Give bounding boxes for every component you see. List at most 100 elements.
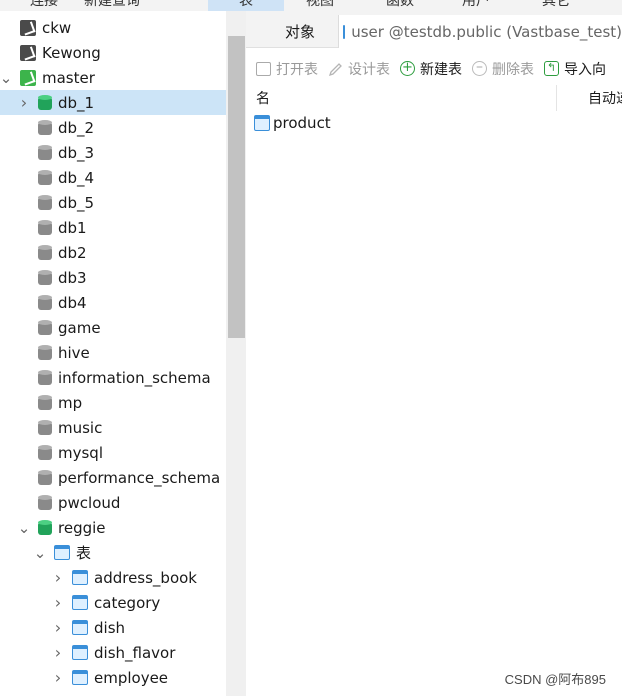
tree-item-label: master: [42, 68, 95, 87]
list-header: 名 自动递: [246, 85, 622, 111]
delete-table-button[interactable]: – 删除表: [472, 59, 534, 79]
table-group-icon: [54, 545, 70, 560]
database-icon: [38, 519, 52, 536]
tree-item-label: db_4: [58, 168, 95, 187]
tree-item-label: address_book: [94, 568, 197, 587]
new-table-label: 新建表: [420, 61, 462, 78]
tree-item[interactable]: › category: [0, 590, 226, 615]
tab-objects[interactable]: 对象: [260, 15, 340, 48]
tree-item-label: reggie: [58, 518, 106, 537]
tree-item-label: ckw: [42, 18, 72, 37]
new-table-button[interactable]: + 新建表: [400, 59, 462, 79]
connection-icon: [20, 19, 36, 36]
tree-item[interactable]: db_3: [0, 140, 226, 165]
menu-bar: 连接 新建查询 表 视图 函数 用户 其它: [0, 0, 622, 11]
tree-item[interactable]: ckw: [0, 15, 226, 40]
menu-view[interactable]: 视图: [306, 0, 334, 10]
tree-item[interactable]: › dish_flavor: [0, 640, 226, 665]
tree-item[interactable]: Kewong: [0, 40, 226, 65]
database-icon: [38, 169, 52, 186]
tree-item[interactable]: db2: [0, 240, 226, 265]
tree-item[interactable]: › employee: [0, 665, 226, 690]
tree-item-label: db_2: [58, 118, 95, 137]
chevron-right-icon[interactable]: ›: [52, 590, 64, 615]
menu-table[interactable]: 表: [208, 0, 284, 11]
menu-connect[interactable]: 连接: [30, 0, 58, 10]
folder-icon: [256, 61, 271, 76]
database-icon: [38, 269, 52, 286]
chevron-right-icon[interactable]: ›: [52, 640, 64, 665]
tab-user-table[interactable]: user @testdb.public (Vastbase_test): [338, 15, 622, 48]
tree-item[interactable]: ⌄ reggie: [0, 515, 226, 540]
tree-item[interactable]: › dish: [0, 615, 226, 640]
column-divider[interactable]: [556, 85, 557, 111]
tree-item[interactable]: performance_schema: [0, 465, 226, 490]
chevron-down-icon[interactable]: ⌄: [0, 65, 12, 90]
tree-item[interactable]: db_2: [0, 115, 226, 140]
delete-table-label: 删除表: [492, 61, 534, 78]
column-header-auto-increment[interactable]: 自动递: [588, 88, 622, 108]
connection-icon: [20, 44, 36, 61]
database-icon: [38, 369, 52, 386]
list-item[interactable]: product: [254, 112, 331, 134]
tree-item[interactable]: ⌄ 表: [0, 540, 226, 565]
import-wizard-button[interactable]: ↰ 导入向: [544, 59, 606, 79]
tree-item[interactable]: db_4: [0, 165, 226, 190]
tree-item[interactable]: pwcloud: [0, 490, 226, 515]
database-icon: [38, 144, 52, 161]
tree-item-label: hive: [58, 343, 90, 362]
tree-item[interactable]: music: [0, 415, 226, 440]
database-icon: [38, 294, 52, 311]
design-table-button[interactable]: 设计表: [328, 59, 390, 79]
tree-item[interactable]: hive: [0, 340, 226, 365]
menu-new-query[interactable]: 新建查询: [84, 0, 140, 10]
database-icon: [38, 219, 52, 236]
chevron-right-icon[interactable]: ›: [52, 565, 64, 590]
tree-item[interactable]: information_schema: [0, 365, 226, 390]
tree-item[interactable]: › db_1: [0, 90, 226, 115]
chevron-down-icon[interactable]: ⌄: [18, 515, 31, 540]
tree-item[interactable]: mp: [0, 390, 226, 415]
tree-item[interactable]: db3: [0, 265, 226, 290]
tree-item[interactable]: db4: [0, 290, 226, 315]
tree-item-label: game: [58, 318, 101, 337]
chevron-down-icon[interactable]: ⌄: [34, 540, 47, 565]
tree-item[interactable]: › address_book: [0, 565, 226, 590]
tree-item[interactable]: game: [0, 315, 226, 340]
tree-item[interactable]: mysql: [0, 440, 226, 465]
tree-item[interactable]: ⌄ master: [0, 65, 226, 90]
menu-other[interactable]: 其它: [542, 0, 570, 10]
database-icon: [38, 469, 52, 486]
menu-function[interactable]: 函数: [386, 0, 414, 10]
database-icon: [38, 244, 52, 261]
tab-user-table-label: user @testdb.public (Vastbase_test): [351, 22, 622, 41]
chevron-right-icon[interactable]: ›: [18, 90, 30, 115]
chevron-right-icon[interactable]: ›: [52, 615, 64, 640]
database-icon: [38, 319, 52, 336]
connection-icon: [20, 69, 36, 86]
tree-item[interactable]: db_5: [0, 190, 226, 215]
tab-bar: 对象 user @testdb.public (Vastbase_test): [246, 11, 622, 48]
tree-item[interactable]: db1: [0, 215, 226, 240]
database-icon: [38, 419, 52, 436]
objects-panel: 对象 user @testdb.public (Vastbase_test) 打…: [246, 11, 622, 696]
tree-scrollbar-thumb[interactable]: [228, 36, 245, 338]
tree-item-label: dish_flavor: [94, 643, 176, 662]
chevron-right-icon[interactable]: ›: [52, 665, 64, 690]
menu-user[interactable]: 用户: [462, 0, 490, 10]
design-table-label: 设计表: [348, 61, 390, 78]
open-table-button[interactable]: 打开表: [256, 59, 318, 79]
column-header-name[interactable]: 名: [256, 88, 270, 108]
